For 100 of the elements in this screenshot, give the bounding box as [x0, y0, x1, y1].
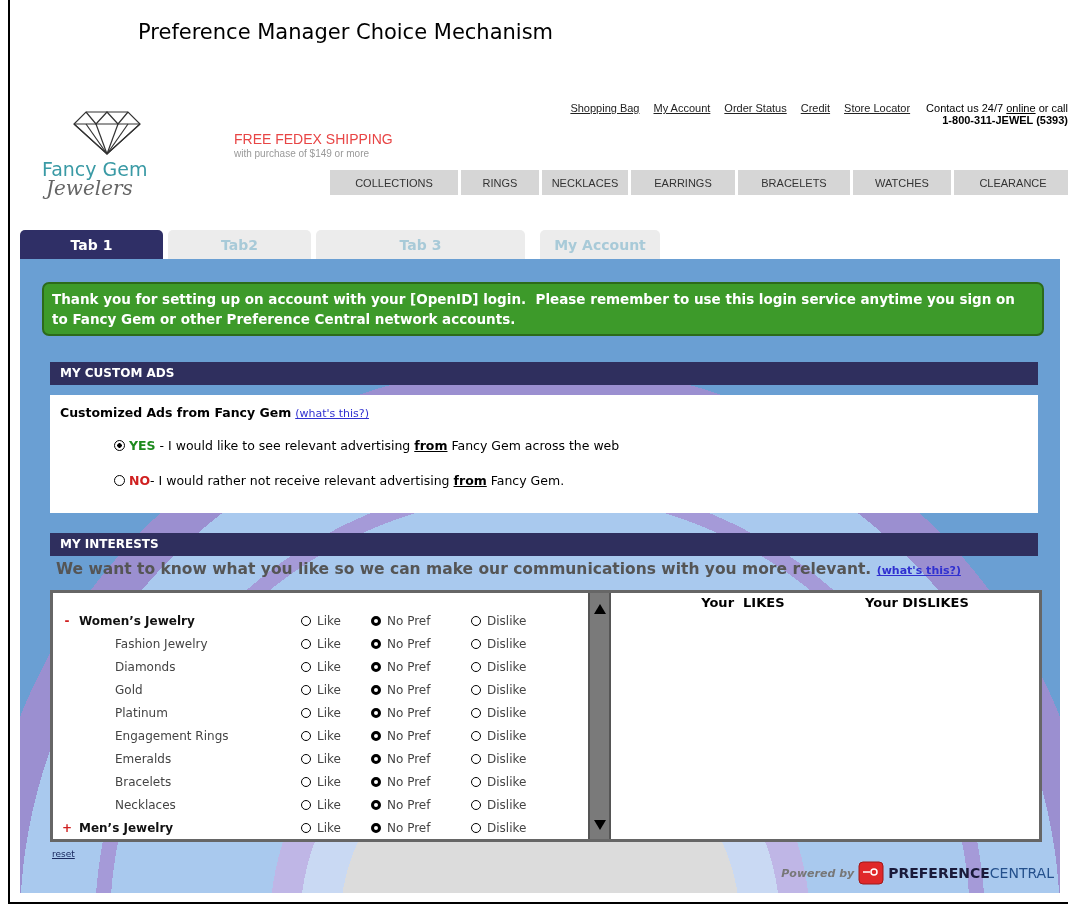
subcategory-name: Necklaces [115, 797, 177, 812]
help-link[interactable]: (what's this?) [876, 564, 961, 577]
nav-button[interactable]: WATCHES [853, 170, 951, 195]
radio-button[interactable] [371, 638, 381, 649]
radio-button[interactable] [471, 615, 481, 626]
top-link[interactable]: Credit [800, 102, 831, 150]
subcategory-name: Platinum [115, 705, 169, 720]
radio-button[interactable] [371, 753, 381, 764]
nav-button[interactable]: RINGS [461, 170, 539, 195]
scroll-down-icon[interactable] [592, 819, 607, 831]
intro-text: We want to know what you like so we can make our communications with you more relevant. [56, 560, 872, 578]
diamond-icon [72, 110, 142, 156]
option-label: Dislike [487, 751, 527, 766]
radio-button[interactable] [471, 799, 481, 810]
radio-button[interactable] [471, 822, 481, 833]
top-link[interactable]: Order Status [724, 102, 787, 150]
option-label: No Pref [387, 820, 431, 835]
radio-button[interactable] [301, 776, 311, 787]
radio-button[interactable] [371, 707, 381, 718]
radio-button[interactable] [371, 799, 381, 810]
brand-name: PREFERENCE [888, 865, 990, 881]
promo-subline: with purchase of $149 or more [234, 148, 371, 160]
brand-icon [858, 861, 885, 885]
radio-button[interactable] [371, 822, 381, 833]
ads-title: Customized Ads from Fancy Gem [60, 405, 292, 420]
category-name: Women’s Jewelry [79, 613, 196, 628]
notice-banner: Thank you for setting up on account with your [OpenID] login. Please remember to use this login service anytime you sign on to Fancy Gem or other Preference Central network accounts. [42, 282, 1044, 336]
radio-button[interactable] [471, 638, 481, 649]
option-label: No Pref [387, 705, 431, 720]
radio-button[interactable] [371, 615, 381, 626]
nav-button[interactable]: BRACELETS [738, 170, 850, 195]
radio-button[interactable] [301, 753, 311, 764]
nav-button[interactable]: NECKLACES [542, 170, 628, 195]
option-label: Like [317, 820, 341, 835]
nav-button[interactable]: EARRINGS [631, 170, 735, 195]
radio-button[interactable] [114, 440, 125, 451]
radio-button[interactable] [471, 730, 481, 741]
scroll-up-icon[interactable] [592, 603, 607, 615]
option-label: Like [317, 797, 341, 812]
top-link[interactable]: Shopping Bag [570, 102, 640, 150]
nav-button[interactable]: CLEARANCE [954, 170, 1068, 195]
toggle-icon[interactable]: + [55, 820, 79, 835]
subcategory-name: Emeralds [115, 751, 173, 766]
toggle-icon[interactable]: - [55, 613, 79, 628]
online-link[interactable]: online [1006, 102, 1036, 114]
option-label: No Pref [387, 774, 431, 789]
subcategory-name: Gold [115, 682, 144, 697]
radio-button[interactable] [301, 615, 311, 626]
answer-label: YES [129, 438, 156, 453]
tab[interactable]: Tab 1 [20, 230, 163, 259]
radio-button[interactable] [471, 776, 481, 787]
radio-button[interactable] [301, 661, 311, 672]
radio-button[interactable] [301, 730, 311, 741]
radio-button[interactable] [371, 730, 381, 741]
subcategory-name: Engagement Rings [115, 728, 230, 743]
option-label: Dislike [487, 705, 527, 720]
radio-button[interactable] [301, 822, 311, 833]
section-header: MY INTERESTS [50, 533, 1038, 556]
radio-button[interactable] [301, 707, 311, 718]
column-heading: Your LIKES [701, 595, 785, 610]
brand-name: CENTRAL [989, 865, 1054, 881]
option-label: Like [317, 613, 341, 628]
top-link[interactable]: My Account [653, 102, 711, 150]
option-label: No Pref [387, 682, 431, 697]
radio-button[interactable] [471, 661, 481, 672]
phone-number: 1-800-311-JEWEL (5393) [941, 114, 1068, 126]
option-label: No Pref [387, 797, 431, 812]
radio-button[interactable] [301, 799, 311, 810]
contact-text: Contact us 24/7 [926, 102, 1004, 114]
option-label: Dislike [487, 774, 527, 789]
radio-button[interactable] [301, 684, 311, 695]
reset-link[interactable]: reset [52, 849, 75, 859]
option-label: Like [317, 682, 341, 697]
subcategory-name: Fashion Jewelry [115, 636, 209, 651]
radio-button[interactable] [371, 661, 381, 672]
radio-button[interactable] [471, 707, 481, 718]
option-label: Like [317, 705, 341, 720]
top-link[interactable]: Store Locator [844, 102, 911, 150]
option-label: Dislike [487, 682, 527, 697]
option-text: - I would rather not receive relevant advertising from Fancy Gem. [150, 473, 565, 488]
radio-button[interactable] [301, 638, 311, 649]
option-label: No Pref [387, 728, 431, 743]
radio-button[interactable] [471, 684, 481, 695]
option-text: - I would like to see relevant advertising from Fancy Gem across the web [158, 438, 620, 453]
contact-text: or call [1038, 102, 1068, 114]
option-label: Dislike [487, 797, 527, 812]
option-label: No Pref [387, 659, 431, 674]
option-label: No Pref [387, 636, 431, 651]
column-heading: Your DISLIKES [865, 595, 969, 610]
radio-button[interactable] [471, 753, 481, 764]
scrollbar[interactable] [588, 593, 611, 839]
option-label: Dislike [487, 636, 527, 651]
radio-button[interactable] [371, 684, 381, 695]
help-link[interactable]: (what's this?) [295, 407, 369, 420]
option-label: Dislike [487, 728, 527, 743]
nav-button[interactable]: COLLECTIONS [330, 170, 458, 195]
radio-button[interactable] [371, 776, 381, 787]
radio-button[interactable] [114, 475, 125, 486]
powered-by-text: Powered by [781, 866, 855, 880]
option-label: Dislike [487, 613, 527, 628]
